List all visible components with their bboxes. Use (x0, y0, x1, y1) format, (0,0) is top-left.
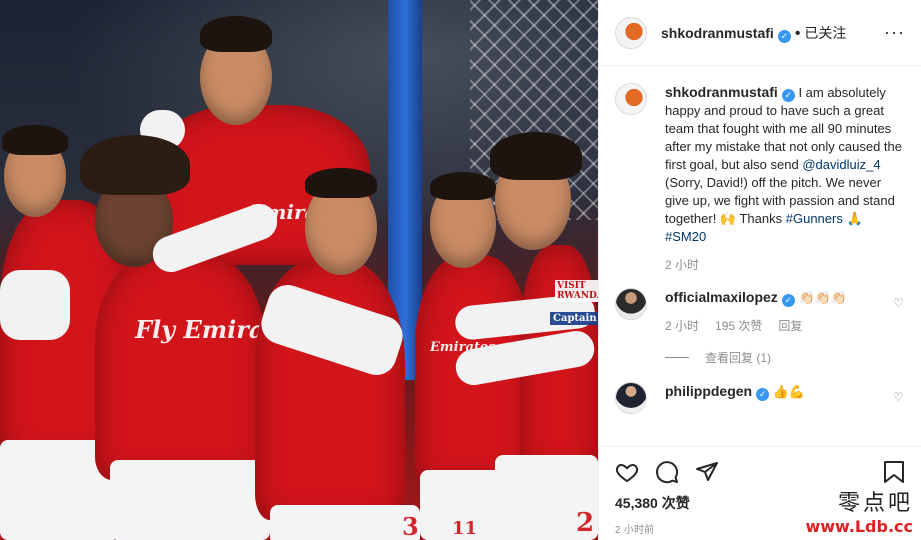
watermark: 零点吧 www.Ldb.cc (805, 485, 913, 536)
comment-body: officialmaxilopez ✓ 👏🏻👏🏻👏🏻 2 小时 195 次赞 回复 (665, 288, 887, 335)
caption-time: 2 小时 (665, 258, 700, 272)
author-username[interactable]: shkodranmustafi (661, 25, 774, 41)
hashtag-sm20-link[interactable]: #SM20 (665, 229, 706, 244)
share-icon[interactable] (695, 460, 719, 484)
author-avatar[interactable] (615, 16, 647, 49)
post-panel: shkodranmustafi ✓ • 已关注 ··· shkodranmustafi… (598, 0, 921, 540)
comment-username[interactable]: philippdegen (665, 383, 752, 399)
caption-body: shkodranmustafi ✓ I am absolutely happy a… (665, 83, 905, 274)
watermark-url: www.Ldb.cc (805, 517, 913, 536)
separator-dot: • (794, 24, 801, 42)
post-photo[interactable]: Emirates Fly Emirates 3 11 Emirates VISI… (0, 0, 598, 540)
player-left-sleeve (0, 270, 70, 340)
shorts-number-center: 3 (402, 512, 419, 540)
player-center-left-hair (80, 135, 190, 195)
comment-item: philippdegen ✓ 👍💪 ♡ (615, 382, 905, 414)
comment-meta: 2 小时 195 次赞 回复 (665, 317, 887, 335)
action-icons (615, 457, 905, 487)
comment-avatar[interactable] (615, 382, 647, 414)
comment-time: 2 小时 (665, 319, 700, 333)
player-right-center-hair (430, 172, 496, 200)
player-center-left-shorts (110, 460, 270, 540)
bookmark-icon[interactable] (883, 460, 905, 484)
mention-link[interactable]: @davidluiz_4 (802, 157, 880, 172)
caption-username[interactable]: shkodranmustafi (665, 84, 778, 100)
view-replies-line (665, 357, 689, 358)
more-options-icon[interactable]: ··· (884, 22, 905, 43)
view-replies-button[interactable]: 查看回复 (1) (665, 349, 905, 366)
comment-username[interactable]: officialmaxilopez (665, 289, 778, 305)
post-header: shkodranmustafi ✓ • 已关注 ··· (599, 0, 921, 66)
comment-like-heart-icon[interactable]: ♡ (893, 296, 905, 310)
player-center-shorts (270, 505, 420, 540)
comment-text: 👏🏻👏🏻👏🏻 (798, 290, 847, 305)
instagram-post: Emirates Fly Emirates 3 11 Emirates VISI… (0, 0, 921, 540)
player-center-left (95, 250, 265, 480)
comment-body: philippdegen ✓ 👍💪 (665, 382, 887, 414)
comment-avatar[interactable] (615, 288, 647, 320)
player-left-hair (2, 125, 68, 155)
watermark-title: 零点吧 (837, 491, 913, 516)
player-top-hair (200, 16, 272, 52)
player-right-hair (490, 132, 582, 180)
comment-item: officialmaxilopez ✓ 👏🏻👏🏻👏🏻 2 小时 195 次赞 回复… (615, 288, 905, 335)
comment-likes[interactable]: 195 次赞 (715, 317, 762, 335)
verified-icon: ✓ (756, 388, 770, 401)
view-replies-label: 查看回复 (1) (705, 351, 772, 365)
caption: shkodranmustafi ✓ I am absolutely happy a… (615, 83, 905, 274)
hashtag-gunners-link[interactable]: #Gunners (786, 211, 843, 226)
shorts-number-small: 11 (452, 518, 478, 539)
heart-icon[interactable] (615, 460, 639, 484)
verified-icon: ✓ (781, 294, 795, 307)
comment-icon[interactable] (655, 460, 679, 484)
follow-status-button[interactable]: 已关注 (804, 25, 846, 41)
caption-meta: 2 小时 (665, 256, 905, 274)
verified-icon: ✓ (781, 89, 795, 102)
captain-armband: Captain (550, 312, 598, 325)
player-center-hair (305, 168, 377, 198)
comments-list[interactable]: shkodranmustafi ✓ I am absolutely happy a… (599, 67, 921, 445)
verified-icon: ✓ (777, 29, 791, 43)
comment-like-heart-icon[interactable]: ♡ (893, 390, 905, 404)
caption-avatar[interactable] (615, 83, 647, 115)
sleeve-badge: VISIT RWANDA (555, 280, 598, 302)
shorts-number-right: 2 (576, 508, 595, 538)
pray-emoji: 🙏 (846, 211, 863, 226)
reply-button[interactable]: 回复 (778, 317, 802, 335)
comment-text: 👍💪 (772, 384, 806, 399)
author-line: shkodranmustafi ✓ • 已关注 (661, 23, 846, 43)
